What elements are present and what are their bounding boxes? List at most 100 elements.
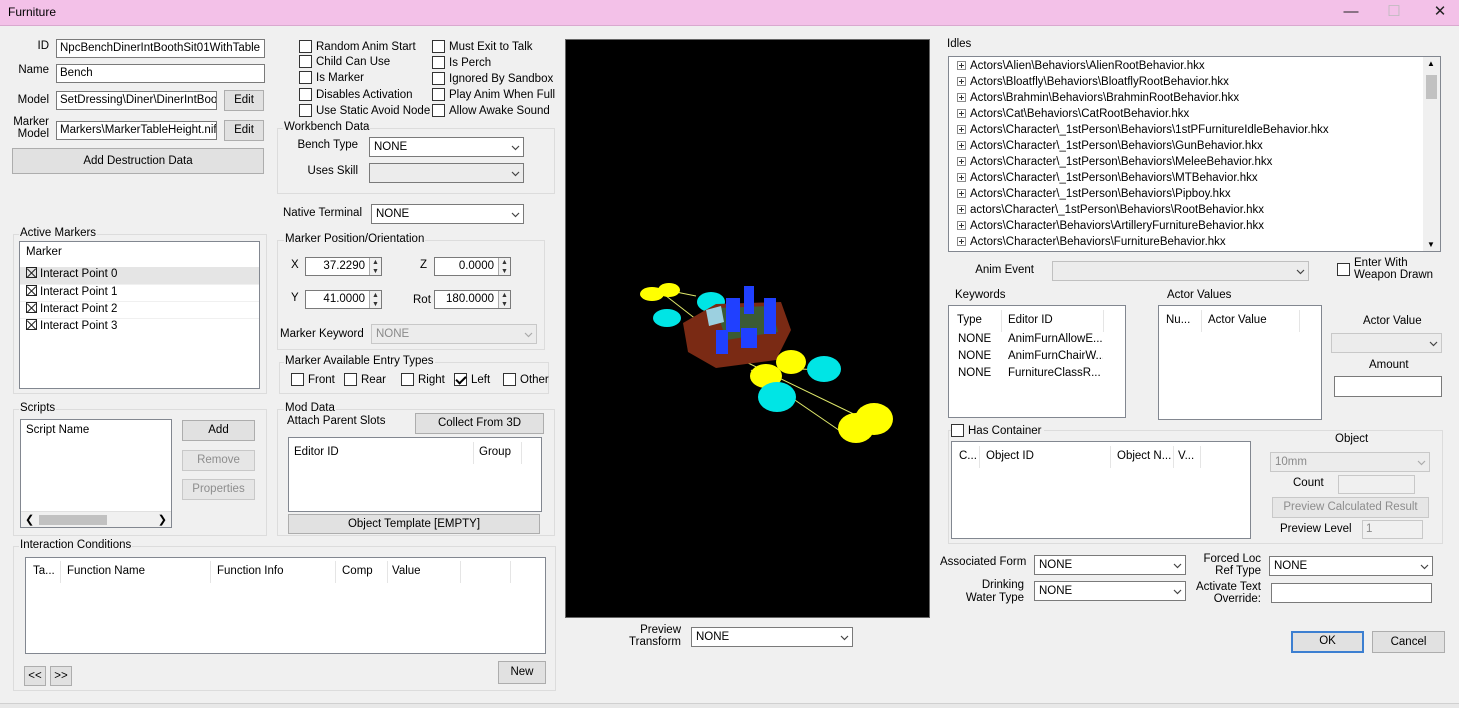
entry-left-checkbox[interactable]: Left: [454, 373, 490, 386]
tree-item[interactable]: Actors\Character\Behaviors\ArtilleryFurn…: [949, 219, 1440, 235]
entry-front-checkbox[interactable]: Front: [291, 373, 335, 386]
entry-other-checkbox[interactable]: Other: [503, 373, 549, 386]
flag-play-anim-when-full[interactable]: Play Anim When Full: [432, 88, 555, 101]
expand-plus-icon[interactable]: [957, 93, 966, 102]
list-item[interactable]: Interact Point 0: [20, 267, 259, 284]
tree-item[interactable]: Actors\Character\_1stPerson\Behaviors\Gu…: [949, 139, 1440, 155]
id-input[interactable]: NpcBenchDinerIntBoothSit01WithTable: [56, 39, 265, 58]
object-template-button[interactable]: Object Template [EMPTY]: [288, 514, 540, 534]
has-container-checkbox[interactable]: Has Container: [951, 424, 1044, 437]
flag-must-exit-to-talk[interactable]: Must Exit to Talk: [432, 40, 533, 53]
down-arrow-icon[interactable]: ▼: [370, 300, 381, 309]
expand-plus-icon[interactable]: [957, 173, 966, 182]
up-arrow-icon[interactable]: ▲: [370, 291, 381, 300]
up-arrow-icon[interactable]: ▲: [499, 291, 510, 300]
entry-rear-checkbox[interactable]: Rear: [344, 373, 386, 386]
list-item[interactable]: Interact Point 3: [20, 318, 259, 335]
tree-item[interactable]: actors\Character\_1stPerson\Behaviors\Ro…: [949, 203, 1440, 219]
expand-plus-icon[interactable]: [957, 189, 966, 198]
model-edit-button[interactable]: Edit: [224, 90, 264, 111]
conditions-list[interactable]: Ta... Function Name Function Info Comp V…: [25, 557, 546, 654]
actor-value-number-header[interactable]: Nu...: [1159, 310, 1202, 332]
scroll-thumb[interactable]: [1426, 75, 1437, 99]
function-info-header[interactable]: Function Info: [211, 561, 336, 583]
native-terminal-select[interactable]: NONE: [371, 204, 524, 224]
table-row[interactable]: NONE AnimFurnChairW...: [949, 350, 1125, 367]
flag-use-static-avoid-node[interactable]: Use Static Avoid Node: [299, 104, 430, 117]
object-id-header[interactable]: Object ID: [980, 446, 1111, 468]
expand-plus-icon[interactable]: [957, 77, 966, 86]
scroll-left-icon[interactable]: ❮: [25, 513, 34, 526]
3d-preview-viewport[interactable]: [565, 39, 930, 618]
table-row[interactable]: NONE AnimFurnAllowE...: [949, 333, 1125, 350]
container-v-header[interactable]: V...: [1174, 446, 1201, 468]
tree-item[interactable]: Actors\Character\_1stPerson\Behaviors\Pi…: [949, 187, 1440, 203]
drinking-water-type-select[interactable]: NONE: [1034, 581, 1186, 601]
flag-allow-awake-sound[interactable]: Allow Awake Sound: [432, 104, 550, 117]
tree-item[interactable]: Actors\Character\Behaviors\FurnitureBeha…: [949, 235, 1440, 251]
keywords-list[interactable]: Type Editor ID NONE AnimFurnAllowE... NON…: [948, 305, 1126, 418]
value-header[interactable]: Value: [388, 561, 461, 583]
tree-item[interactable]: Actors\Alien\Behaviors\AlienRootBehavior…: [949, 59, 1440, 75]
close-icon[interactable]: ✕: [1425, 2, 1455, 22]
keyword-type-header[interactable]: Type: [949, 310, 1002, 332]
anim-event-select[interactable]: [1052, 261, 1309, 281]
tree-item[interactable]: Actors\Cat\Behaviors\CatRootBehavior.hkx: [949, 107, 1440, 123]
ok-button[interactable]: OK: [1291, 631, 1364, 653]
flag-child-can-use[interactable]: Child Can Use: [299, 55, 390, 68]
expand-plus-icon[interactable]: [957, 237, 966, 246]
marker-model-edit-button[interactable]: Edit: [224, 120, 264, 141]
tree-item[interactable]: Actors\Brahmin\Behaviors\BrahminRootBeha…: [949, 91, 1440, 107]
checked-x-icon[interactable]: [26, 267, 37, 278]
scroll-up-icon[interactable]: ▲: [1427, 59, 1435, 68]
uses-skill-select[interactable]: [369, 163, 524, 183]
preview-transform-select[interactable]: NONE: [691, 627, 853, 647]
scroll-right-icon[interactable]: ❯: [158, 513, 167, 526]
new-condition-button[interactable]: New: [498, 661, 546, 684]
expand-plus-icon[interactable]: [957, 221, 966, 230]
activate-text-override-input[interactable]: [1271, 583, 1432, 603]
x-spinner[interactable]: ▲ ▼: [369, 258, 381, 275]
extra-header[interactable]: [461, 561, 511, 583]
flag-is-perch[interactable]: Is Perch: [432, 56, 491, 69]
container-c-header[interactable]: C...: [952, 446, 980, 468]
object-name-header[interactable]: Object N...: [1111, 446, 1174, 468]
down-arrow-icon[interactable]: ▼: [499, 267, 510, 276]
expand-plus-icon[interactable]: [957, 157, 966, 166]
enter-with-weapon-drawn-checkbox[interactable]: Enter With Weapon Drawn: [1337, 257, 1433, 281]
name-input[interactable]: Bench: [56, 64, 265, 83]
scroll-down-icon[interactable]: ▼: [1427, 240, 1435, 249]
minimize-icon[interactable]: —: [1336, 2, 1366, 22]
add-destruction-data-button[interactable]: Add Destruction Data: [12, 148, 264, 174]
prev-condition-button[interactable]: <<: [24, 666, 46, 686]
active-markers-list[interactable]: Marker Interact Point 0 Interact Point 1…: [19, 241, 260, 389]
scripts-list[interactable]: Script Name ❮ ❯: [20, 419, 172, 528]
expand-plus-icon[interactable]: [957, 125, 966, 134]
cancel-button[interactable]: Cancel: [1372, 631, 1445, 653]
horizontal-scrollbar[interactable]: ❮ ❯: [21, 511, 171, 527]
flag-disables-activation[interactable]: Disables Activation: [299, 88, 413, 101]
z-spinner[interactable]: ▲ ▼: [498, 258, 510, 275]
expand-plus-icon[interactable]: [957, 205, 966, 214]
up-arrow-icon[interactable]: ▲: [370, 258, 381, 267]
flag-ignored-by-sandbox[interactable]: Ignored By Sandbox: [432, 72, 553, 85]
condition-ta-header[interactable]: Ta...: [26, 561, 61, 583]
editor-id-header[interactable]: Editor ID: [289, 442, 474, 464]
marker-column-header[interactable]: Marker: [20, 242, 259, 264]
tree-item[interactable]: Actors\Character\_1stPerson\Behaviors\MT…: [949, 171, 1440, 187]
add-script-button[interactable]: Add: [182, 420, 255, 441]
comp-header[interactable]: Comp: [336, 561, 388, 583]
tree-item[interactable]: Actors\Character\_1stPerson\Behaviors\1s…: [949, 123, 1440, 139]
amount-input[interactable]: [1334, 376, 1442, 397]
entry-right-checkbox[interactable]: Right: [401, 373, 445, 386]
group-header[interactable]: Group: [474, 442, 522, 464]
script-name-header[interactable]: Script Name: [21, 420, 171, 442]
container-list[interactable]: C... Object ID Object N... V...: [951, 441, 1251, 539]
actor-value-header[interactable]: Actor Value: [1202, 310, 1300, 332]
model-input[interactable]: SetDressing\Diner\DinerIntBooth: [56, 91, 217, 110]
checked-x-icon[interactable]: [26, 285, 37, 296]
next-condition-button[interactable]: >>: [50, 666, 72, 686]
expand-plus-icon[interactable]: [957, 109, 966, 118]
expand-plus-icon[interactable]: [957, 61, 966, 70]
list-item[interactable]: Interact Point 2: [20, 301, 259, 318]
